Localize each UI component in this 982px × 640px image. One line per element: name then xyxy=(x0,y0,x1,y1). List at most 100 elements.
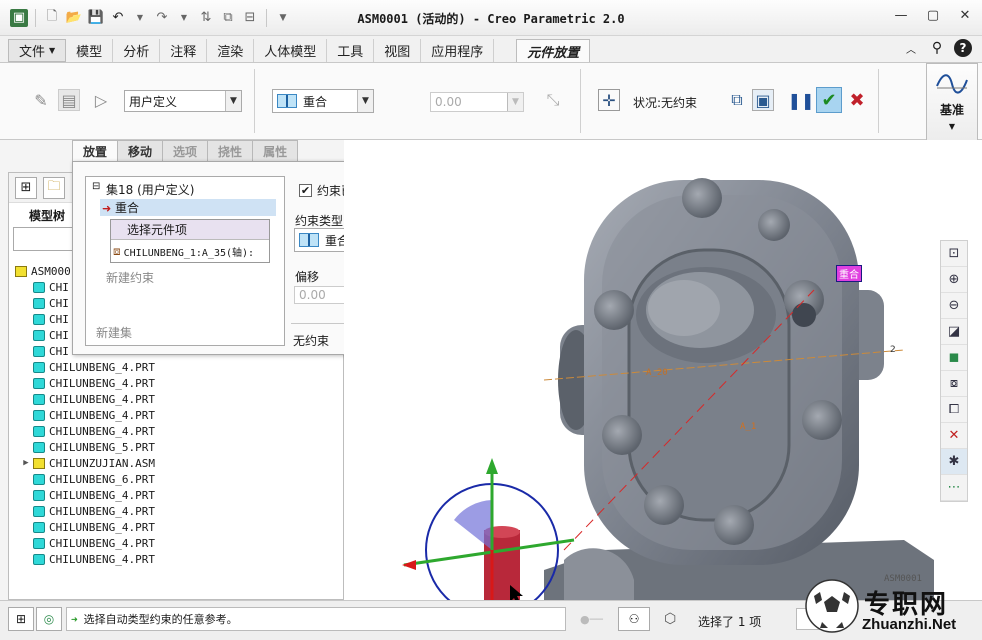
help-icon[interactable]: ? xyxy=(954,39,972,57)
spin-center-icon[interactable]: ✱ xyxy=(941,449,967,475)
tab-flexibility[interactable]: 挠性 xyxy=(208,140,254,162)
customize-toolbar-icon[interactable]: ▼ xyxy=(274,9,292,27)
tree-item[interactable]: CHILUNBENG_4.PRT xyxy=(9,519,345,535)
selected-constraint[interactable]: ➜ 重合 xyxy=(100,199,276,216)
tree-item[interactable]: CHILUNBENG_4.PRT xyxy=(9,359,345,375)
find-icon[interactable]: ⚇ xyxy=(618,607,650,631)
annotation-display-icon[interactable]: ⋯ xyxy=(941,475,967,501)
tree-item-label: CHI xyxy=(49,296,69,310)
close-icon[interactable]: ✕ xyxy=(956,6,974,24)
undo-dropdown-icon[interactable]: ▼ xyxy=(131,9,149,27)
tab-tools[interactable]: 工具 xyxy=(327,39,375,62)
flip-icon[interactable]: ⤡ xyxy=(542,89,564,111)
tree-item[interactable]: CHILUNBENG_4.PRT xyxy=(9,423,345,439)
select-component-item[interactable]: 选择元件项 xyxy=(111,220,269,240)
collapse-icon[interactable]: ⊟ xyxy=(92,181,100,192)
tab-component-placement[interactable]: 元件放置 xyxy=(516,39,591,62)
tree-item[interactable]: CHILUNBENG_4.PRT xyxy=(9,391,345,407)
new-set-link[interactable]: 新建集 xyxy=(96,324,132,341)
separate-window-icon[interactable]: ⧉ xyxy=(726,89,748,111)
display-style-icon[interactable]: ◼ xyxy=(941,345,967,371)
cancel-icon[interactable]: ✖ xyxy=(846,89,868,111)
selection-filter-icon[interactable]: ⬡ xyxy=(664,611,676,627)
close-window-icon[interactable]: ⊟ xyxy=(241,9,259,27)
axis-label-a20: A_20 xyxy=(646,368,668,378)
tab-move[interactable]: 移动 xyxy=(118,140,164,162)
new-file-icon[interactable]: 🗋 xyxy=(43,9,61,27)
tree-item[interactable]: CHILUNBENG_4.PRT xyxy=(9,503,345,519)
view-toolbar: ⊡ ⊕ ⊖ ◪ ◼ ⧇ ⧠ ✕ ✱ ⋯ xyxy=(940,240,968,502)
assembly-window-icon[interactable]: ▣ xyxy=(752,89,774,111)
part-icon xyxy=(33,489,45,501)
tree-item[interactable]: CHILUNBENG_4.PRT xyxy=(9,375,345,391)
reference-slot[interactable]: 选择元件项 ⧈ CHILUNBENG_1:A_35(轴): xyxy=(110,219,270,263)
regenerate-icon[interactable]: ⇅ xyxy=(197,9,215,27)
redo-icon[interactable]: ↷ xyxy=(153,9,171,27)
undo-icon[interactable]: ↶ xyxy=(109,9,127,27)
component-reference[interactable]: ⧈ CHILUNBENG_1:A_35(轴): xyxy=(111,240,269,262)
edit-icon[interactable]: ✎ xyxy=(30,89,52,111)
new-constraint-link[interactable]: 新建约束 xyxy=(106,269,154,286)
redo-dropdown-icon[interactable]: ▼ xyxy=(175,9,193,27)
search-icon[interactable]: ⚲ xyxy=(928,39,946,57)
constraint-set-dropdown[interactable]: 用户定义 ▼ xyxy=(124,90,242,112)
tab-file[interactable]: 文件 ▼ xyxy=(8,39,67,62)
tab-model[interactable]: 模型 xyxy=(66,39,114,62)
tree-item[interactable]: CHILUNBENG_6.PRT xyxy=(9,471,345,487)
tab-placement[interactable]: 放置 xyxy=(72,140,119,162)
tree-item-label: CHILUNZUJIAN.ASM xyxy=(49,456,155,470)
maximize-icon[interactable]: ▢ xyxy=(924,6,942,24)
watermark-en: Zhuanzhi.Net xyxy=(862,616,957,633)
offset-input[interactable]: 0.00 ▼ xyxy=(430,92,524,112)
tree-item[interactable]: CHILUNBENG_5.PRT xyxy=(9,439,345,455)
tab-render[interactable]: 渲染 xyxy=(207,39,255,62)
tab-applications[interactable]: 应用程序 xyxy=(421,39,495,62)
saved-views-icon[interactable]: ⧇ xyxy=(941,371,967,397)
open-folder-icon[interactable]: 📂 xyxy=(65,9,83,27)
graphics-viewport[interactable]: 重合 A_20 A_1 ASM0001 2 ⊡ ⊕ ⊖ ◪ ◼ ⧇ ⧠ ✕ ✱ … xyxy=(344,140,982,600)
selection-count[interactable]: 选择了 1 项 xyxy=(698,613,761,630)
pause-icon[interactable]: ❚❚ xyxy=(788,89,815,111)
tab-options[interactable]: 选项 xyxy=(163,140,209,162)
zoom-out-icon[interactable]: ⊖ xyxy=(941,293,967,319)
folder-browser-icon[interactable]: 🗀 xyxy=(43,176,65,199)
tree-item[interactable]: CHILUNBENG_4.PRT xyxy=(9,487,345,503)
part-icon xyxy=(33,409,45,421)
save-icon[interactable]: 💾 xyxy=(87,9,105,27)
tree-item-label: CHILUNBENG_5.PRT xyxy=(49,440,155,454)
tab-properties[interactable]: 属性 xyxy=(253,140,299,162)
repaint-icon[interactable]: ◪ xyxy=(941,319,967,345)
zoom-in-icon[interactable]: ⊕ xyxy=(941,267,967,293)
constraint-type-dropdown[interactable]: 重合 ▼ xyxy=(272,89,374,113)
tab-manikin[interactable]: 人体模型 xyxy=(254,39,328,62)
part-icon xyxy=(33,281,45,293)
message-arrow-icon: ➜ xyxy=(71,612,78,626)
tab-annotate[interactable]: 注释 xyxy=(160,39,208,62)
flexible-icon[interactable]: ▷ xyxy=(90,89,112,111)
tab-analysis[interactable]: 分析 xyxy=(113,39,161,62)
move-component-icon[interactable]: ✛ xyxy=(598,89,620,111)
tree-item[interactable]: CHILUNBENG_4.PRT xyxy=(9,551,345,567)
tree-item-label: CHI xyxy=(49,328,69,342)
expand-icon[interactable]: ▶ xyxy=(21,458,31,468)
datum-display-icon[interactable]: ✕ xyxy=(941,423,967,449)
constraint-set-name[interactable]: 集18 (用户定义) xyxy=(106,181,194,198)
windows-icon[interactable]: ⧉ xyxy=(219,9,237,27)
tree-item[interactable]: CHILUNBENG_4.PRT xyxy=(9,407,345,423)
view-manager-icon[interactable]: ⧠ xyxy=(941,397,967,423)
confirm-icon[interactable]: ✔ xyxy=(816,87,842,113)
collapse-ribbon-icon[interactable]: ︿ xyxy=(902,39,920,57)
model-tree-icon[interactable]: ⊞ xyxy=(15,176,37,199)
tree-item[interactable]: CHILUNBENG_4.PRT xyxy=(9,535,345,551)
constraint-type-label: 约束类型 xyxy=(295,214,344,228)
layers-icon[interactable]: ▤ xyxy=(58,89,80,111)
browser-toggle-icon[interactable]: ◎ xyxy=(36,607,62,631)
tab-view[interactable]: 视图 xyxy=(374,39,422,62)
tree-item-label: CHI xyxy=(49,312,69,326)
refit-icon[interactable]: ⊡ xyxy=(941,241,967,267)
part-icon xyxy=(33,393,45,405)
tree-item[interactable]: ▶ CHILUNZUJIAN.ASM xyxy=(9,455,345,471)
minimize-icon[interactable]: — xyxy=(892,6,910,24)
tree-toggle-icon[interactable]: ⊞ xyxy=(8,607,34,631)
tree-item-label: CHILUNBENG_4.PRT xyxy=(49,392,155,406)
